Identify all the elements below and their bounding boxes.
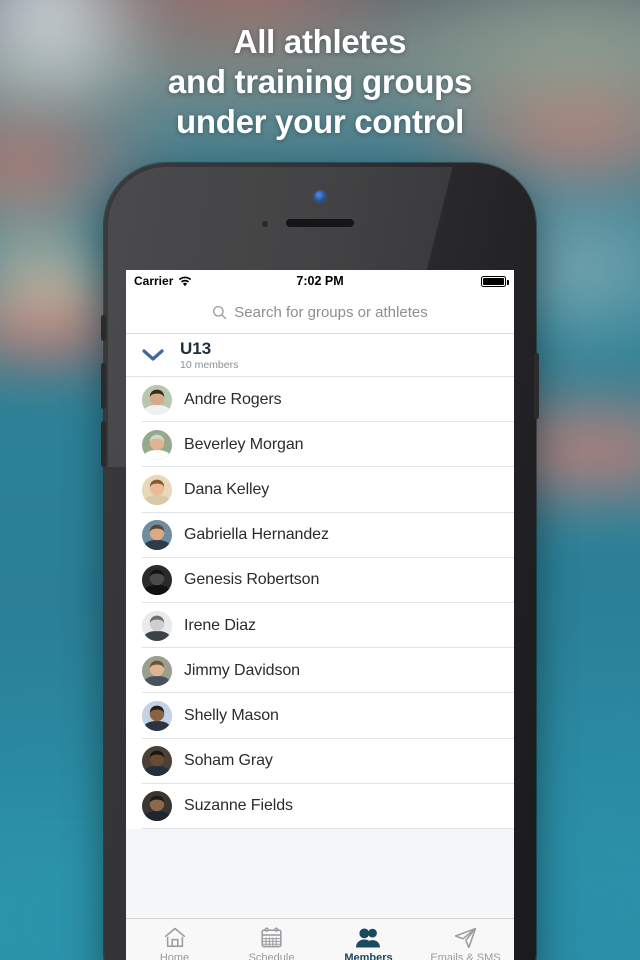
member-name: Dana Kelley [184,480,270,498]
phone-device-frame: Carrier 7:02 PM Search for groups or ath… [101,163,539,960]
group-members-count: 10 members [180,358,239,371]
front-camera-icon [314,191,326,202]
member-name: Beverley Morgan [184,435,304,453]
tab-members[interactable]: Members [320,919,417,960]
search-placeholder: Search for groups or athletes [234,304,428,321]
avatar-genesis-robertson [142,565,172,596]
avatar-jimmy-davidson [142,655,172,686]
status-bar-time: 7:02 PM [296,274,344,288]
member-name: Irene Diaz [184,616,256,634]
tab-label: Members [344,952,393,960]
volume-down-button[interactable] [101,421,106,467]
avatar-shelly-mason [142,700,172,731]
status-bar: Carrier 7:02 PM [126,270,514,292]
member-name: Jimmy Davidson [184,661,300,679]
avatar-andre-rogers [142,384,172,415]
headline-line-3: under your control [176,103,464,140]
member-row[interactable]: Genesis Robertson [126,557,514,604]
tab-label: Home [159,952,190,960]
headline-line-1: All athletes [233,23,407,60]
tab-schedule[interactable]: Schedule [223,919,320,960]
tab-label: Emails & SMS [430,952,501,960]
avatar-beverley-morgan [142,429,172,460]
search-bar[interactable]: Search for groups or athletes [126,292,514,334]
mute-switch[interactable] [101,315,106,341]
avatar-soham-gray [142,746,172,777]
tab-emails-sms[interactable]: Emails & SMS [417,919,514,960]
member-row[interactable]: Andre Rogers [126,377,514,423]
member-row[interactable]: Soham Gray [126,738,514,784]
member-row[interactable]: Dana Kelley [126,467,514,513]
tab-home[interactable]: Home [126,919,223,960]
member-name: Andre Rogers [184,390,282,408]
avatar-dana-kelley [142,474,172,505]
power-button[interactable] [534,353,539,419]
earpiece-speaker-icon [286,219,354,227]
chevron-down-icon[interactable] [142,348,168,362]
member-row[interactable]: Jimmy Davidson [126,648,514,694]
phone-screen: Carrier 7:02 PM Search for groups or ath… [126,270,514,960]
calendar-icon [261,926,282,949]
member-name: Suzanne Fields [184,797,293,815]
avatar-suzanne-fields [142,791,172,822]
member-name: Soham Gray [184,752,273,770]
group-header-u13[interactable]: U13 10 members [126,334,514,377]
member-name: Genesis Robertson [184,571,320,589]
tab-label: Schedule [248,952,295,960]
member-row[interactable]: Shelly Mason [126,693,514,739]
tab-bar[interactable]: Home Schedule Members Emails & SMS [126,918,514,960]
volume-up-button[interactable] [101,363,106,409]
member-row[interactable]: Irene Diaz [126,602,514,649]
member-row[interactable]: Suzanne Fields [126,783,514,830]
member-row[interactable]: Gabriella Hernandez [126,512,514,558]
paper-plane-icon [454,926,477,949]
member-name: Gabriella Hernandez [184,526,329,544]
avatar-gabriella-hernandez [142,520,172,551]
marketing-headline: All athletes and training groups under y… [0,22,640,142]
avatar-irene-diaz [142,610,172,641]
headline-line-2: and training groups [167,63,473,100]
member-name: Shelly Mason [184,706,279,724]
proximity-sensor-icon [262,221,268,227]
member-row[interactable]: Beverley Morgan [126,422,514,468]
battery-full-icon [481,275,509,287]
home-icon [164,926,186,949]
member-list[interactable]: Andre Rogers Beverley Morgan Dana Kelley Ga… [126,377,514,918]
group-name: U13 [180,338,212,358]
people-icon [356,926,381,949]
search-icon [213,305,227,320]
